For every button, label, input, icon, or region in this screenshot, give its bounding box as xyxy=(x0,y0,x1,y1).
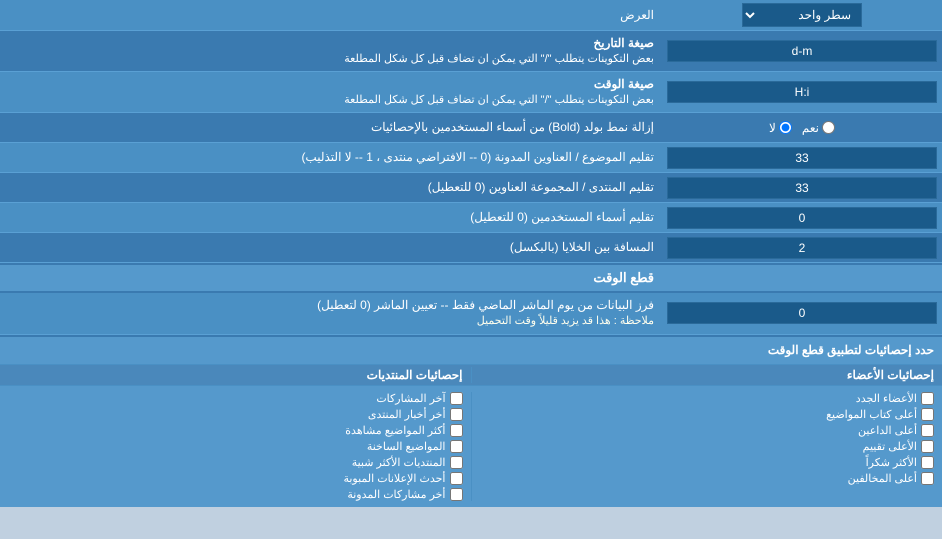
list-item: أعلى كتاب المواضيع xyxy=(480,408,935,421)
checkbox-blog-posts[interactable] xyxy=(450,488,463,501)
bold-radio-group: نعم لا xyxy=(769,121,835,135)
bold-yes-label[interactable]: نعم xyxy=(802,121,835,135)
list-item: أخر أخبار المنتدى xyxy=(8,408,463,421)
checkboxes-header: حدد إحصائيات لتطبيق قطع الوقت xyxy=(0,337,942,365)
date-format-label: صيغة التاريخ بعض التكوينات يتطلب "/" الت… xyxy=(0,31,662,71)
time-cut-input[interactable] xyxy=(667,302,937,324)
cell-spacing-row: المسافة بين الخلايا (بالبكسل) xyxy=(0,233,942,263)
time-format-input-cell xyxy=(662,78,942,106)
checkbox-last-posts[interactable] xyxy=(450,392,463,405)
col2-header: إحصائيات الأعضاء xyxy=(472,365,942,385)
time-cut-apply-label: حدد إحصائيات لتطبيق قطع الوقت xyxy=(0,339,942,361)
member-stats-col: الأعضاء الجدد أعلى كتاب المواضيع أعلى ال… xyxy=(472,390,942,503)
bold-remove-row: إزالة نمط بولد (Bold) من أسماء المستخدمي… xyxy=(0,113,942,143)
list-item: الأكثر شكراً xyxy=(480,456,935,469)
topic-titles-input[interactable] xyxy=(667,147,937,169)
checkbox-top-violators[interactable] xyxy=(921,472,934,485)
forum-titles-input[interactable] xyxy=(667,177,937,199)
cell-spacing-input-cell xyxy=(662,234,942,262)
list-item: آخر المشاركات xyxy=(8,392,463,405)
cell-spacing-label: المسافة بين الخلايا (بالبكسل) xyxy=(0,235,662,260)
checkbox-most-thanked[interactable] xyxy=(921,456,934,469)
topic-titles-row: تقليم الموضوع / العناوين المدونة (0 -- ا… xyxy=(0,143,942,173)
list-item: أخر مشاركات المدونة xyxy=(8,488,463,501)
time-format-label: صيغة الوقت بعض التكوينات يتطلب "/" التي … xyxy=(0,72,662,112)
checkboxes-section: حدد إحصائيات لتطبيق قطع الوقت إحصائيات ا… xyxy=(0,335,942,507)
date-format-row: صيغة التاريخ بعض التكوينات يتطلب "/" الت… xyxy=(0,31,942,72)
header-row: العرض سطر واحد سطرين ثلاثة أسطر xyxy=(0,0,942,31)
time-cut-row: فرز البيانات من يوم الماشر الماضي فقط --… xyxy=(0,293,942,334)
list-item: المنتديات الأكثر شبية xyxy=(8,456,463,469)
checkbox-top-topic-writers[interactable] xyxy=(921,408,934,421)
forum-titles-row: تقليم المنتدى / المجموعة العناوين (0 للت… xyxy=(0,173,942,203)
list-item: أعلى الداعين xyxy=(480,424,935,437)
bold-remove-radio-cell: نعم لا xyxy=(662,118,942,138)
forum-titles-input-cell xyxy=(662,174,942,202)
display-select-cell: سطر واحد سطرين ثلاثة أسطر xyxy=(662,0,942,30)
time-cut-label: فرز البيانات من يوم الماشر الماضي فقط --… xyxy=(0,293,662,333)
usernames-trim-input-cell xyxy=(662,204,942,232)
bold-no-radio[interactable] xyxy=(779,121,792,134)
time-format-row: صيغة الوقت بعض التكوينات يتطلب "/" التي … xyxy=(0,72,942,113)
checkbox-most-viewed[interactable] xyxy=(450,424,463,437)
date-format-input-cell xyxy=(662,37,942,65)
usernames-trim-row: تقليم أسماء المستخدمين (0 للتعطيل) xyxy=(0,203,942,233)
usernames-trim-label: تقليم أسماء المستخدمين (0 للتعطيل) xyxy=(0,205,662,230)
time-cut-input-cell xyxy=(662,299,942,327)
topic-titles-input-cell xyxy=(662,144,942,172)
checkbox-forum-news[interactable] xyxy=(450,408,463,421)
list-item: أكثر المواضيع مشاهدة xyxy=(8,424,463,437)
time-format-input[interactable] xyxy=(667,81,937,103)
bold-yes-radio[interactable] xyxy=(822,121,835,134)
date-format-input[interactable] xyxy=(667,40,937,62)
forum-stats-col: آخر المشاركات أخر أخبار المنتدى أكثر الم… xyxy=(0,390,471,503)
display-label: العرض xyxy=(0,3,662,28)
list-item: الأعلى تقييم xyxy=(480,440,935,453)
checkbox-new-members[interactable] xyxy=(921,392,934,405)
usernames-trim-input[interactable] xyxy=(667,207,937,229)
list-item: أعلى المخالفين xyxy=(480,472,935,485)
list-item: المواضيع الساخنة xyxy=(8,440,463,453)
topic-titles-label: تقليم الموضوع / العناوين المدونة (0 -- ا… xyxy=(0,145,662,170)
checkbox-latest-ads[interactable] xyxy=(450,472,463,485)
bold-no-label[interactable]: لا xyxy=(769,121,792,135)
time-cut-header: قطع الوقت xyxy=(0,263,942,293)
list-item: أحدث الإعلانات المبوبة xyxy=(8,472,463,485)
time-cut-title: قطع الوقت xyxy=(0,265,662,291)
checkboxes-content: آخر المشاركات أخر أخبار المنتدى أكثر الم… xyxy=(0,386,942,507)
checkbox-top-rated[interactable] xyxy=(921,440,934,453)
checkbox-top-callers[interactable] xyxy=(921,424,934,437)
cell-spacing-input[interactable] xyxy=(667,237,937,259)
checkbox-popular-forums[interactable] xyxy=(450,456,463,469)
main-container: العرض سطر واحد سطرين ثلاثة أسطر صيغة الت… xyxy=(0,0,942,507)
list-item: الأعضاء الجدد xyxy=(480,392,935,405)
col1-header: إحصائيات المنتديات xyxy=(0,365,471,385)
forum-titles-label: تقليم المنتدى / المجموعة العناوين (0 للت… xyxy=(0,175,662,200)
display-select[interactable]: سطر واحد سطرين ثلاثة أسطر xyxy=(742,3,862,27)
bold-remove-label: إزالة نمط بولد (Bold) من أسماء المستخدمي… xyxy=(0,115,662,140)
checkbox-hot-topics[interactable] xyxy=(450,440,463,453)
